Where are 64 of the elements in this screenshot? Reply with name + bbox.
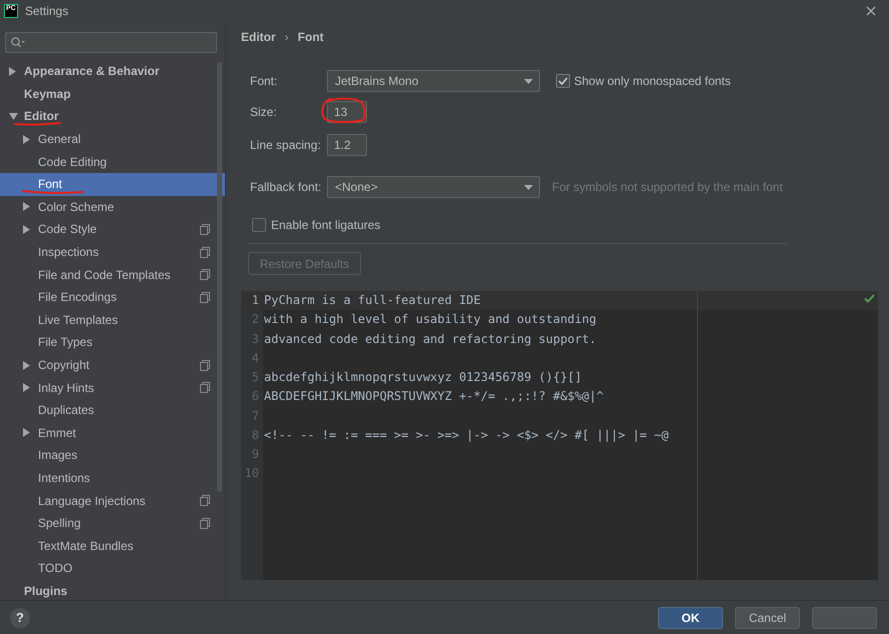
font-dropdown[interactable]: JetBrains Mono [327, 70, 540, 92]
close-icon[interactable] [866, 6, 876, 16]
tree-item[interactable]: Font [0, 172, 225, 196]
arrow-down-icon[interactable] [9, 112, 18, 120]
arrow-right-icon[interactable] [23, 224, 30, 234]
tree-item[interactable]: Editor [0, 105, 225, 128]
tree-item[interactable]: Code Editing [0, 150, 225, 173]
tree-item[interactable]: Spelling [0, 512, 225, 534]
arrow-right-icon[interactable] [23, 383, 30, 392]
tree-item[interactable]: File Encodings [0, 286, 225, 309]
tree-item[interactable]: Color Scheme [0, 196, 225, 218]
help-button[interactable]: ? [10, 608, 30, 628]
tree-item[interactable]: File Types [0, 331, 225, 354]
tree-item[interactable]: Plugins [0, 580, 225, 600]
window-title: Settings [25, 4, 68, 18]
tree-item[interactable]: Live Templates [0, 308, 225, 332]
form-label: Size: [250, 105, 278, 119]
search-icon [11, 37, 25, 48]
code-line: ABCDEFGHIJKLMNOPQRSTUVWXYZ +-*/= .,;:!? #&$%@|^ [264, 389, 604, 404]
breadcrumb-separator: › [284, 30, 289, 44]
form-label: Font: [250, 74, 278, 88]
tree-item[interactable]: Copyright [0, 354, 225, 376]
arrow-right-icon[interactable] [23, 202, 30, 212]
search-field[interactable] [5, 32, 217, 53]
line-spacing-field[interactable]: 1.2 [327, 134, 367, 156]
arrow-right-icon[interactable] [23, 134, 30, 144]
tree-item[interactable]: Code Style [0, 218, 225, 241]
breadcrumb-item: Editor [241, 30, 276, 44]
dialog-button[interactable]: Cancel [735, 606, 800, 628]
code-line: PyCharm is a full-featured IDE [264, 293, 481, 307]
dialog-button[interactable]: OK [658, 606, 723, 628]
code-line: <!-- -- != := === >= >- >=> |-> -> <$> </> #[ |||> |= ~@ [264, 428, 669, 442]
tree-item[interactable]: Appearance & Behavior [0, 60, 225, 83]
checkmark-icon [864, 294, 875, 303]
checkbox-label: Enable font ligatures [271, 218, 380, 232]
tree-item[interactable]: General [0, 128, 225, 150]
form-label: Line spacing: [250, 138, 322, 152]
code-line: abcdefghijklmnopqrstuvwxyz 0123456789 (){}[] [264, 370, 582, 384]
tree-item[interactable]: Inlay Hints [0, 376, 225, 399]
tree-item[interactable]: TODO [0, 557, 225, 580]
form-label: Fallback font: [250, 180, 322, 194]
arrow-right-icon[interactable] [9, 66, 16, 76]
tree-item[interactable]: Images [0, 444, 225, 467]
fallback-font-dropdown[interactable]: <None> [327, 176, 540, 198]
caret-icon [524, 184, 533, 190]
breadcrumb-item: Font [298, 30, 324, 44]
code-line: with a high level of usability and outstanding [264, 312, 596, 326]
scrollbar[interactable] [217, 62, 222, 492]
arrow-right-icon[interactable] [23, 428, 30, 438]
tree-item[interactable]: Emmet [0, 422, 225, 444]
tree-item[interactable]: Language Injections [0, 489, 225, 512]
tree-item[interactable]: Duplicates [0, 398, 225, 422]
code-line: advanced code editing and refactoring support. [264, 332, 596, 346]
tree-item[interactable]: Intentions [0, 466, 225, 490]
tree-item[interactable]: Inspections [0, 240, 225, 264]
arrow-right-icon[interactable] [23, 360, 30, 370]
hint-text: For symbols not supported by the main font [552, 180, 783, 194]
checkbox[interactable] [252, 218, 266, 232]
tree-item[interactable]: Keymap [0, 82, 225, 106]
tree-item[interactable]: TextMate Bundles [0, 534, 225, 558]
caret-icon [524, 78, 533, 84]
checkbox-label: Show only monospaced fonts [574, 74, 731, 88]
checkbox[interactable] [556, 74, 570, 88]
tree-item[interactable]: File and Code Templates [0, 263, 225, 286]
